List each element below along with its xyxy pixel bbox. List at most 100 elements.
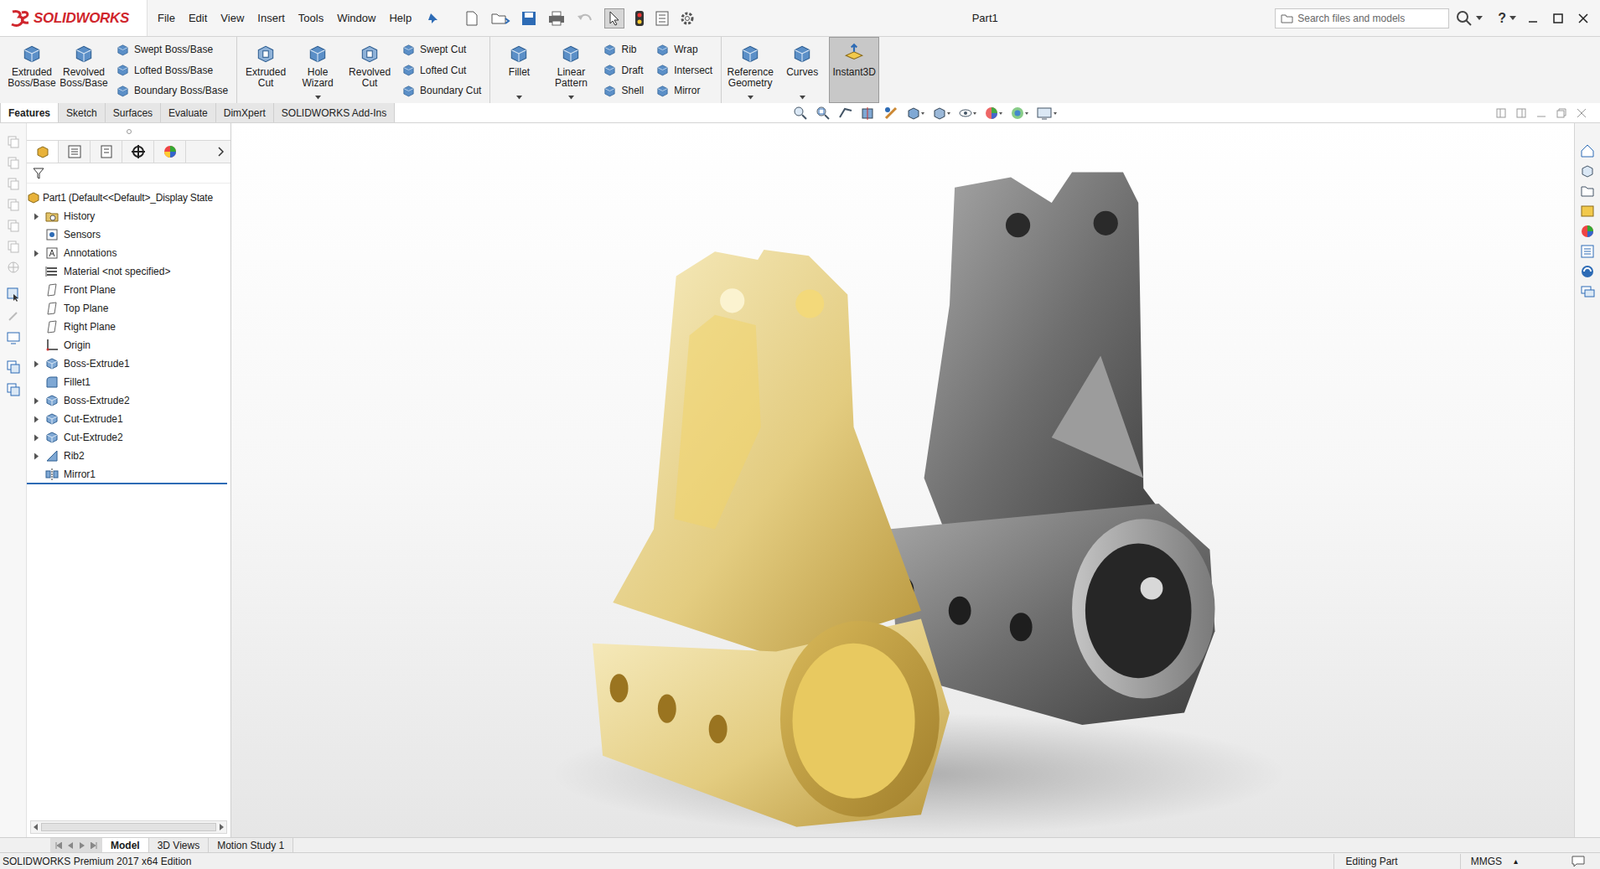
ribbon-small-button[interactable]: Swept Boss/Base: [115, 40, 228, 59]
doc-close-icon[interactable]: [1576, 108, 1587, 119]
edit-sketch-icon[interactable]: [6, 309, 21, 323]
dropdown-slot[interactable]: [747, 93, 754, 101]
zoom-area-icon[interactable]: [815, 105, 831, 121]
dimxpert-manager-tab[interactable]: [122, 140, 155, 163]
minimize-icon[interactable]: [1527, 13, 1538, 24]
ribbon-small-button[interactable]: Draft: [602, 61, 644, 80]
tree-item[interactable]: History: [26, 207, 231, 226]
dropdown-arrow-icon[interactable]: [1475, 15, 1483, 21]
ribbon-button[interactable]: Hole Wizard: [292, 36, 343, 104]
search-box[interactable]: [1274, 8, 1450, 29]
ribbon-small-button[interactable]: Wrap: [655, 40, 713, 59]
select-tool[interactable]: [604, 8, 625, 29]
rollback-bar[interactable]: [26, 482, 228, 485]
layers-icon[interactable]: [5, 359, 21, 375]
appearance-icon[interactable]: [983, 105, 1003, 121]
copy-icon[interactable]: [6, 218, 21, 233]
file-explorer-icon[interactable]: [1579, 183, 1595, 199]
gold-part[interactable]: [592, 249, 950, 828]
last-tab-icon[interactable]: [90, 842, 98, 850]
ribbon-small-button[interactable]: Shell: [602, 81, 644, 100]
view-palette-icon[interactable]: [1579, 203, 1595, 219]
pin-icon[interactable]: [426, 12, 439, 25]
ribbon-button[interactable]: Instant3D: [828, 36, 880, 104]
tree-item[interactable]: Right Plane: [26, 317, 231, 337]
ribbon-small-button[interactable]: Rib: [602, 40, 644, 59]
file-properties-icon[interactable]: [654, 10, 670, 26]
command-tab[interactable]: DimXpert: [215, 103, 274, 123]
tree-item[interactable]: Cut-Extrude2: [26, 428, 231, 447]
print-icon[interactable]: [547, 10, 566, 26]
steel-part[interactable]: [888, 171, 1216, 725]
display-manager-tab[interactable]: [154, 140, 187, 163]
tile-right-icon[interactable]: [1516, 108, 1527, 119]
ribbon-button[interactable]: Revolved Boss/Base: [58, 36, 109, 104]
tree-horizontal-scrollbar[interactable]: [30, 820, 228, 834]
menu-item[interactable]: Insert: [250, 7, 292, 30]
expander-slot[interactable]: [30, 413, 42, 425]
tree-item[interactable]: Boss-Extrude1: [26, 354, 231, 373]
tree-item[interactable]: Origin: [26, 336, 231, 355]
copy-icon[interactable]: [6, 134, 21, 149]
tree-root[interactable]: Part1 (Default<<Default>_Display State: [26, 188, 231, 208]
dropdown-slot[interactable]: [516, 93, 523, 101]
expander-slot[interactable]: [30, 247, 42, 259]
design-library-icon[interactable]: [1579, 163, 1595, 179]
property-manager-tab[interactable]: [58, 140, 91, 163]
appearances-icon[interactable]: [1579, 223, 1595, 239]
command-tab[interactable]: Evaluate: [160, 103, 216, 123]
dynamic-annotation-icon[interactable]: [883, 105, 899, 121]
save-icon[interactable]: [520, 10, 538, 26]
view-orientation-icon[interactable]: [906, 105, 925, 121]
command-tab[interactable]: SOLIDWORKS Add-Ins: [273, 103, 394, 123]
command-tab[interactable]: Surfaces: [104, 103, 161, 123]
ribbon-small-button[interactable]: Lofted Cut: [401, 61, 482, 80]
ribbon-small-button[interactable]: Swept Cut: [401, 40, 482, 59]
previous-tab-icon[interactable]: [67, 842, 74, 850]
chat-icon[interactable]: [1571, 855, 1585, 868]
options-gear-icon[interactable]: [679, 10, 695, 26]
custom-properties-icon[interactable]: [1579, 243, 1595, 259]
view-settings-icon[interactable]: [1035, 105, 1058, 121]
dropdown-slot[interactable]: [799, 93, 806, 101]
scene-icon[interactable]: [1009, 105, 1029, 121]
tree-item[interactable]: Mirror1: [26, 465, 231, 484]
units-selector[interactable]: MMGS ▴: [1460, 854, 1528, 869]
doc-minimize-icon[interactable]: [1536, 108, 1547, 119]
tree-item[interactable]: Fillet1: [26, 372, 231, 392]
solidworks-resources-icon[interactable]: [1579, 264, 1595, 280]
display-icon[interactable]: [5, 330, 21, 346]
section-view-icon[interactable]: [860, 105, 876, 121]
rendered-model[interactable]: [231, 123, 1575, 838]
globe-icon[interactable]: [6, 260, 21, 275]
panel-grip[interactable]: [26, 123, 231, 140]
scroll-right-icon[interactable]: [218, 823, 224, 831]
menu-item[interactable]: Tools: [291, 7, 331, 30]
tree-item[interactable]: Sensors: [26, 225, 231, 244]
expander-slot[interactable]: [30, 357, 42, 370]
new-document-icon[interactable]: [463, 10, 481, 26]
zoom-to-fit-icon[interactable]: [792, 105, 808, 121]
ribbon-small-button[interactable]: Mirror: [655, 81, 713, 100]
bottom-tab[interactable]: Model: [102, 838, 150, 853]
graphics-viewport[interactable]: [231, 123, 1575, 838]
menu-item[interactable]: Edit: [181, 7, 214, 30]
layers-icon[interactable]: [5, 382, 21, 398]
menu-item[interactable]: File: [150, 7, 182, 30]
undo-icon[interactable]: [575, 10, 595, 26]
select-tool-icon[interactable]: [5, 286, 21, 302]
expander-slot[interactable]: [30, 450, 42, 462]
ribbon-button[interactable]: Revolved Cut: [344, 36, 395, 104]
copy-icon[interactable]: [6, 239, 21, 254]
dropdown-arrow-icon[interactable]: [1509, 15, 1517, 21]
ribbon-small-button[interactable]: Boundary Cut: [401, 81, 482, 100]
command-tab[interactable]: Features: [0, 103, 58, 123]
more-tabs-button[interactable]: [210, 140, 231, 163]
scrollbar-thumb[interactable]: [41, 823, 217, 832]
ribbon-small-button[interactable]: Lofted Boss/Base: [115, 61, 228, 80]
dropdown-slot[interactable]: [315, 93, 322, 101]
ribbon-button[interactable]: Extruded Boss/Base: [6, 36, 57, 104]
copy-icon[interactable]: [6, 176, 21, 191]
app-logo[interactable]: SOLIDWORKS: [0, 0, 148, 37]
search-icon[interactable]: [1455, 10, 1473, 27]
